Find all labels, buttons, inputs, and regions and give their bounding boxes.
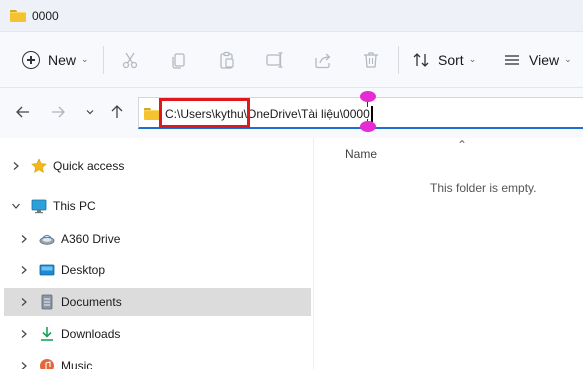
sidebar-item-label: A360 Drive bbox=[61, 232, 121, 246]
back-button[interactable] bbox=[12, 101, 34, 123]
chevron-right-icon[interactable] bbox=[19, 297, 29, 307]
new-button-label: New bbox=[48, 52, 77, 68]
sidebar-item-music[interactable]: Music bbox=[4, 352, 311, 369]
sidebar-item-label: Documents bbox=[61, 295, 122, 309]
view-button[interactable]: View ⌄ bbox=[503, 49, 572, 71]
view-button-label: View bbox=[529, 52, 560, 68]
chevron-down-icon: ⌄ bbox=[81, 53, 89, 64]
chevron-right-icon[interactable] bbox=[19, 234, 29, 244]
forward-button[interactable] bbox=[47, 101, 69, 123]
cut-icon[interactable] bbox=[120, 50, 140, 70]
plus-icon bbox=[22, 51, 40, 69]
sidebar-item-label: This PC bbox=[53, 199, 96, 213]
back-arrow-icon bbox=[16, 106, 29, 118]
sidebar-item-this-pc[interactable]: This PC bbox=[4, 192, 311, 220]
toolbar-divider bbox=[103, 46, 104, 74]
up-arrow-icon bbox=[111, 105, 123, 118]
selection-handle-top[interactable] bbox=[360, 91, 376, 102]
chevron-down-icon[interactable] bbox=[11, 201, 21, 211]
sidebar-item-downloads[interactable]: Downloads bbox=[4, 320, 311, 348]
music-icon bbox=[40, 359, 54, 369]
copy-icon[interactable] bbox=[169, 50, 189, 70]
delete-icon[interactable] bbox=[361, 50, 381, 70]
file-list: ⌃ Name This folder is empty. bbox=[314, 138, 583, 369]
chevron-right-icon[interactable] bbox=[19, 265, 29, 275]
sidebar-item-quick-access[interactable]: Quick access bbox=[4, 152, 311, 180]
sidebar-item-label: Desktop bbox=[61, 263, 106, 277]
new-button[interactable]: New ⌄ bbox=[22, 49, 89, 71]
navigation-bar: C:\Users\kythu\OneDrive\Tài liệu\0000 bbox=[0, 88, 583, 138]
sidebar-item-documents[interactable]: Documents bbox=[4, 288, 311, 316]
sidebar-item-label: Music bbox=[61, 359, 93, 369]
toolbar-divider bbox=[398, 46, 399, 74]
download-icon bbox=[41, 327, 53, 341]
star-icon bbox=[31, 158, 47, 173]
chevron-down-icon: ⌄ bbox=[564, 53, 572, 64]
selection-handle-bottom[interactable] bbox=[360, 121, 376, 132]
recent-locations-button[interactable] bbox=[79, 101, 101, 123]
paste-icon[interactable] bbox=[217, 50, 237, 70]
folder-icon bbox=[144, 108, 160, 120]
window-title: 0000 bbox=[32, 8, 59, 23]
chevron-right-icon[interactable] bbox=[19, 329, 29, 339]
chevron-right-icon[interactable] bbox=[11, 161, 21, 171]
highlight-box bbox=[159, 98, 250, 128]
documents-icon bbox=[41, 294, 53, 310]
command-bar: New ⌄ Sort ⌄ View ⌄ bbox=[0, 32, 583, 88]
cloud-drive-icon bbox=[39, 234, 55, 245]
empty-folder-message: This folder is empty. bbox=[430, 181, 537, 195]
sort-ascending-icon: ⌃ bbox=[457, 138, 468, 152]
folder-icon bbox=[10, 9, 26, 22]
sidebar-item-label: Quick access bbox=[53, 159, 125, 173]
monitor-icon bbox=[31, 199, 47, 214]
sort-icon bbox=[413, 53, 429, 67]
chevron-down-icon: ⌄ bbox=[468, 53, 477, 64]
sort-button-label: Sort bbox=[438, 52, 464, 68]
share-icon[interactable] bbox=[313, 50, 333, 70]
chevron-right-icon[interactable] bbox=[19, 361, 29, 369]
desktop-icon bbox=[39, 264, 55, 276]
sidebar-item-desktop[interactable]: Desktop bbox=[4, 256, 311, 284]
title-bar: 0000 bbox=[0, 0, 583, 32]
rename-icon[interactable] bbox=[265, 50, 285, 70]
view-icon bbox=[505, 55, 519, 65]
up-button[interactable] bbox=[106, 101, 128, 123]
navigation-pane: Quick access This PC A360 Drive Desktop … bbox=[0, 138, 313, 369]
column-header-name[interactable]: Name bbox=[345, 147, 377, 161]
sidebar-item-label: Downloads bbox=[61, 327, 121, 341]
forward-arrow-icon bbox=[52, 106, 65, 118]
sort-button[interactable]: Sort ⌄ bbox=[412, 49, 476, 71]
sidebar-item-a360-drive[interactable]: A360 Drive bbox=[4, 225, 311, 253]
chevron-down-icon bbox=[86, 110, 94, 115]
